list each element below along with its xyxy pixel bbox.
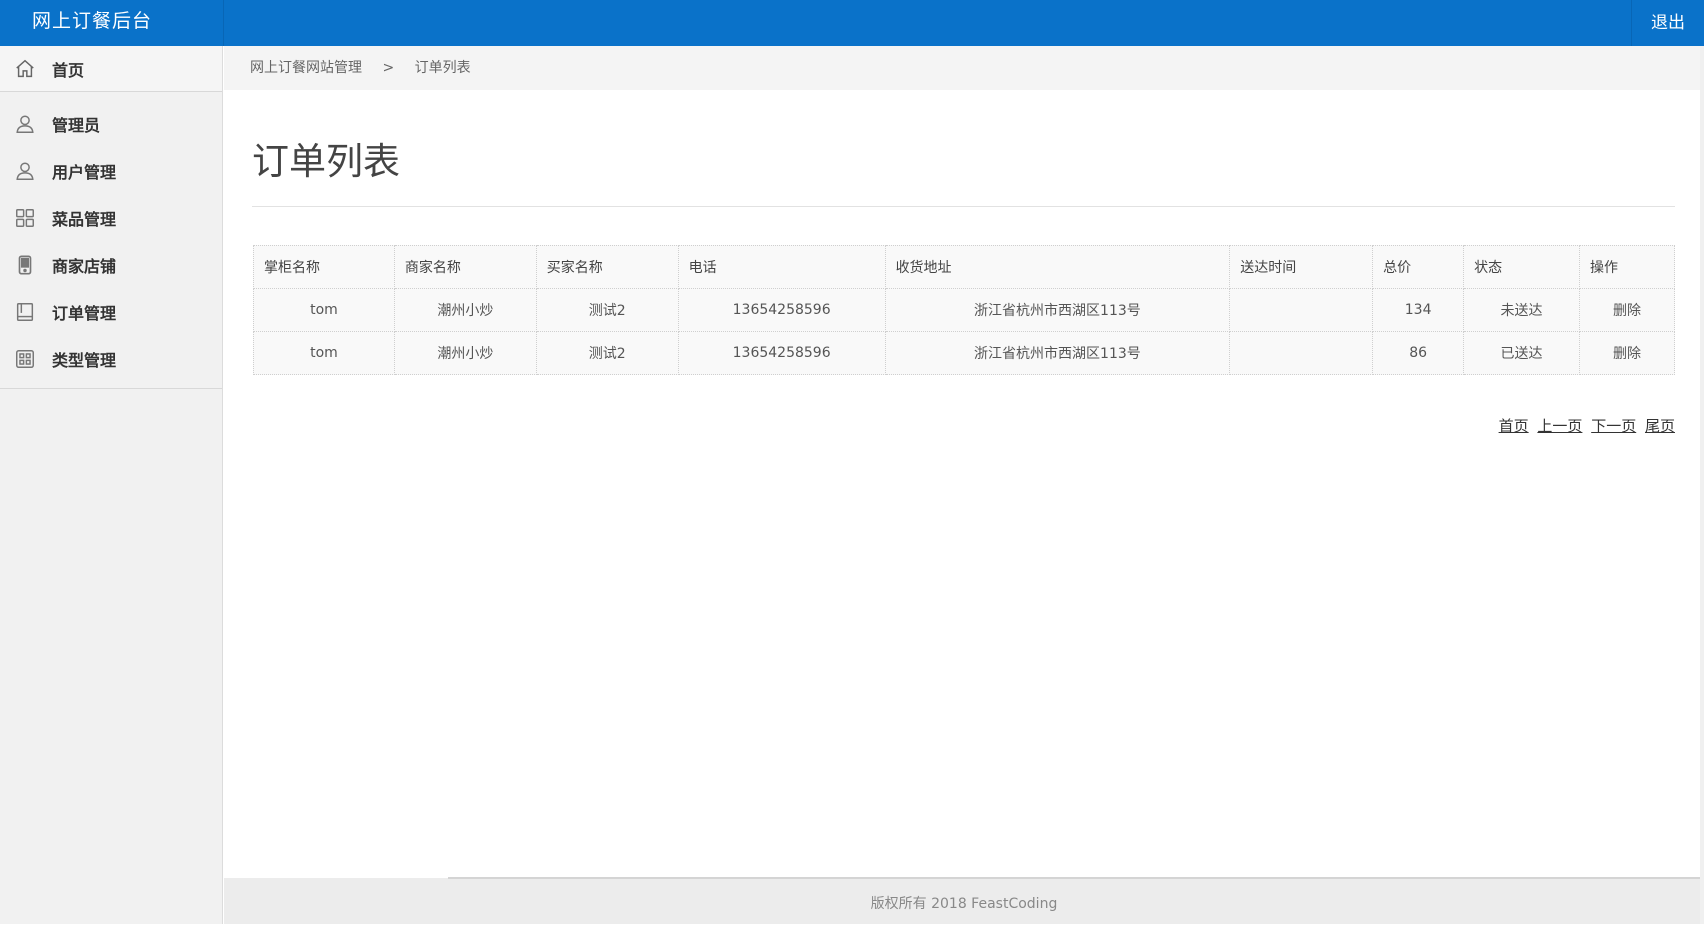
- footer: 版权所有 2018 FeastCoding: [224, 878, 1704, 924]
- app-title: 网上订餐后台: [32, 10, 153, 32]
- brand-divider: [223, 0, 224, 46]
- sidebar: 首页 管理员 用户管理 菜品管理 商家店铺 订单管理 类型管理: [0, 46, 223, 924]
- breadcrumb-current: 订单列表: [414, 60, 471, 76]
- cell-owner: tom: [253, 288, 395, 332]
- home-icon: [14, 58, 36, 80]
- title-divider: [252, 206, 1675, 207]
- pagination: 首页 上一页 下一页 尾页: [1495, 415, 1675, 436]
- copyright-text: 版权所有 2018 FeastCoding: [870, 896, 1058, 912]
- store-icon: [14, 254, 36, 276]
- breadcrumb-separator: >: [382, 60, 395, 76]
- cell-status: 未送达: [1463, 288, 1580, 332]
- sidebar-item-label: 菜品管理: [52, 209, 117, 229]
- cell-phone: 13654258596: [677, 288, 886, 332]
- cell-address: 浙江省杭州市西湖区113号: [884, 331, 1231, 375]
- cell-buyer: 测试2: [535, 288, 679, 332]
- logout-button[interactable]: 退出: [1631, 0, 1704, 46]
- column-header: 收货地址: [884, 245, 1231, 289]
- sidebar-item-admin[interactable]: 管理员: [0, 100, 222, 147]
- cell-buyer: 测试2: [535, 331, 679, 375]
- sidebar-item-label: 用户管理: [52, 162, 117, 182]
- cell-owner: tom: [253, 331, 395, 375]
- user-icon: [14, 113, 36, 135]
- pager-first-link[interactable]: 首页: [1499, 417, 1529, 435]
- pager-prev-link[interactable]: 上一页: [1537, 417, 1582, 435]
- footer-divider: [448, 877, 1704, 879]
- sidebar-item-stores[interactable]: 商家店铺: [0, 241, 222, 288]
- breadcrumb-root[interactable]: 网上订餐网站管理: [250, 46, 362, 90]
- pager-next-link[interactable]: 下一页: [1591, 417, 1636, 435]
- cell-time: [1229, 331, 1374, 375]
- apps-icon: [14, 348, 36, 370]
- orders-table: 掌柜名称 商家名称 买家名称 电话 收货地址 送达时间 总价 状态 操作 tom…: [253, 245, 1675, 375]
- sidebar-divider: [0, 388, 222, 389]
- column-header: 送达时间: [1229, 245, 1374, 289]
- column-header: 状态: [1463, 245, 1580, 289]
- table-row: tom 潮州小炒 测试2 13654258596 浙江省杭州市西湖区113号 8…: [253, 331, 1675, 375]
- book-icon: [14, 301, 36, 323]
- sidebar-item-dishes[interactable]: 菜品管理: [0, 194, 222, 241]
- column-header: 掌柜名称: [253, 245, 395, 289]
- cell-status: 已送达: [1463, 331, 1580, 375]
- sidebar-item-orders[interactable]: 订单管理: [0, 288, 222, 335]
- sidebar-item-users[interactable]: 用户管理: [0, 147, 222, 194]
- column-header: 电话: [677, 245, 886, 289]
- column-header: 买家名称: [535, 245, 679, 289]
- grid-icon: [14, 207, 36, 229]
- sidebar-item-label: 类型管理: [52, 350, 117, 370]
- cell-total: 86: [1372, 331, 1465, 375]
- table-row: tom 潮州小炒 测试2 13654258596 浙江省杭州市西湖区113号 1…: [253, 288, 1675, 332]
- cell-shop: 潮州小炒: [393, 288, 537, 332]
- scrollbar[interactable]: [1700, 46, 1704, 924]
- sidebar-item-label: 首页: [52, 60, 85, 80]
- cell-address: 浙江省杭州市西湖区113号: [884, 288, 1231, 332]
- top-bar: 网上订餐后台 退出: [0, 0, 1704, 46]
- user-icon: [14, 160, 36, 182]
- breadcrumb: 网上订餐网站管理 > 订单列表: [224, 46, 1704, 90]
- column-header: 总价: [1372, 245, 1465, 289]
- sidebar-item-label: 订单管理: [52, 303, 117, 323]
- sidebar-item-types[interactable]: 类型管理: [0, 335, 222, 382]
- pager-last-link[interactable]: 尾页: [1645, 417, 1675, 435]
- table-header-row: 掌柜名称 商家名称 买家名称 电话 收货地址 送达时间 总价 状态 操作: [253, 245, 1675, 289]
- cell-phone: 13654258596: [677, 331, 886, 375]
- cell-total: 134: [1372, 288, 1465, 332]
- cell-time: [1229, 288, 1374, 332]
- sidebar-item-label: 商家店铺: [52, 256, 117, 276]
- column-header: 商家名称: [393, 245, 537, 289]
- cell-shop: 潮州小炒: [393, 331, 537, 375]
- page-title: 订单列表: [252, 140, 400, 183]
- sidebar-item-home[interactable]: 首页: [0, 46, 222, 92]
- delete-button[interactable]: 删除: [1579, 288, 1675, 332]
- column-header: 操作: [1579, 245, 1675, 289]
- sidebar-item-label: 管理员: [52, 115, 101, 135]
- delete-button[interactable]: 删除: [1579, 331, 1675, 375]
